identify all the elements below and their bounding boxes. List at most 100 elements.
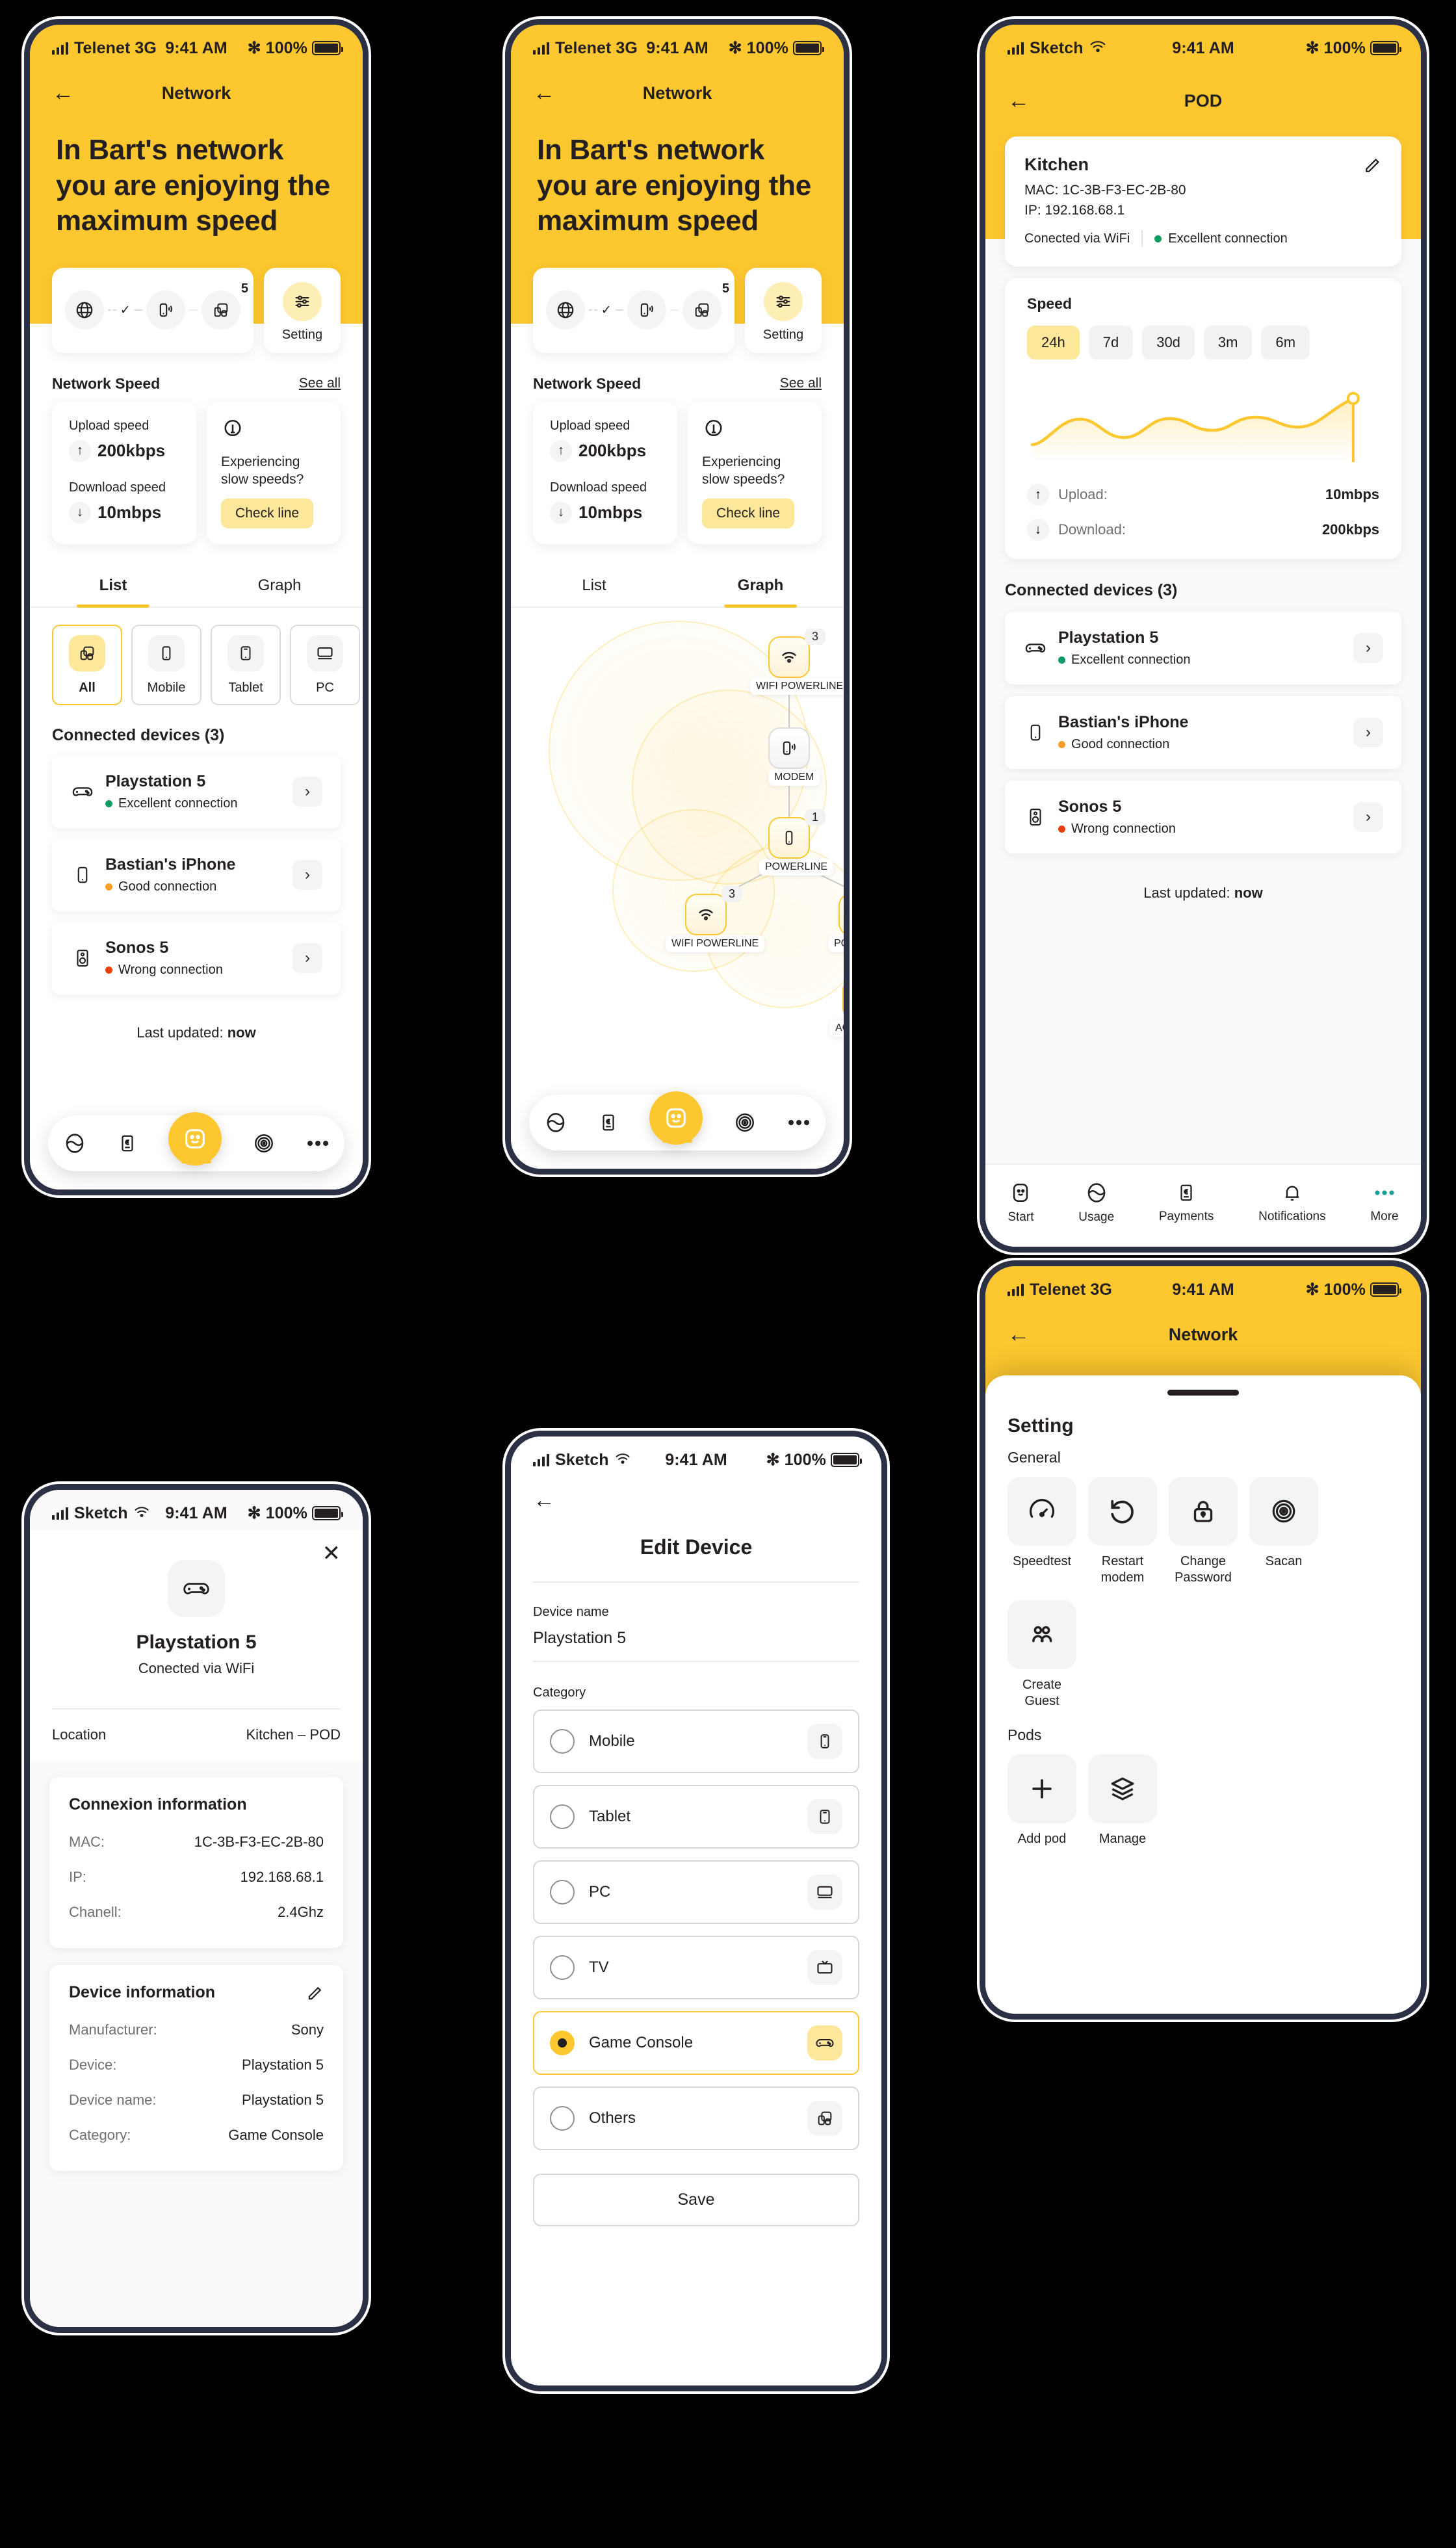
topology-summary-card[interactable]: ✓ 5: [533, 267, 734, 353]
filter-all[interactable]: All: [52, 625, 122, 706]
more-icon[interactable]: [307, 1139, 329, 1148]
tab-usage[interactable]: Usage: [1078, 1182, 1114, 1225]
graph-node-modem[interactable]: [768, 727, 810, 770]
upload-label: Upload speed: [69, 418, 150, 433]
radio-button[interactable]: [550, 1880, 575, 1904]
table-row[interactable]: Bastian's iPhone Good connection ›: [52, 838, 341, 912]
tab-list[interactable]: List: [30, 566, 196, 608]
edit-pencil-icon[interactable]: [1362, 156, 1382, 179]
tab-graph[interactable]: Graph: [196, 566, 363, 606]
range-7d[interactable]: 7d: [1088, 326, 1134, 359]
field-label: MAC:: [69, 1834, 105, 1850]
sheet-grabber[interactable]: [1167, 1390, 1239, 1396]
radio-button[interactable]: [550, 2031, 575, 2055]
filter-pc[interactable]: PC: [290, 625, 360, 706]
radio-button[interactable]: [550, 2106, 575, 2131]
table-row[interactable]: Bastian's iPhone Good connection ›: [1005, 696, 1401, 769]
field-value: Sony: [291, 2022, 324, 2038]
category-option-game-console[interactable]: Game Console: [533, 2011, 859, 2075]
chevron-right-icon[interactable]: ›: [292, 777, 322, 807]
filter-mobile[interactable]: Mobile: [131, 625, 202, 706]
back-button[interactable]: ←: [52, 82, 74, 104]
table-row[interactable]: Playstation 5 Excellent connection ›: [1005, 612, 1401, 684]
category-option-mobile[interactable]: Mobile: [533, 1710, 859, 1773]
category-option-pc[interactable]: PC: [533, 1860, 859, 1924]
see-all-link[interactable]: See all: [780, 376, 822, 391]
pod-mac: MAC: 1C-3B-F3-EC-2B-80: [1024, 183, 1186, 198]
network-topology-graph[interactable]: 3 WIFI POWERLINE MODEM 1 POWERLINE 3 WIF…: [511, 614, 844, 1082]
back-button[interactable]: ←: [1008, 90, 1030, 112]
see-all-link[interactable]: See all: [299, 376, 341, 391]
range-24h[interactable]: 24h: [1027, 326, 1080, 359]
category-option-tablet[interactable]: Tablet: [533, 1785, 859, 1849]
graph-node-wifi-powerline-left[interactable]: [685, 894, 727, 936]
table-row[interactable]: Sonos 5 Wrong connection ›: [1005, 781, 1401, 853]
nav-bar: ← Network: [30, 65, 363, 121]
chevron-right-icon[interactable]: ›: [1353, 802, 1383, 832]
action-create-guest[interactable]: Create Guest: [1008, 1600, 1076, 1710]
payments-icon[interactable]: [118, 1134, 137, 1153]
scan-icon[interactable]: [734, 1112, 756, 1134]
more-icon[interactable]: [788, 1118, 810, 1127]
action-add-pod[interactable]: Add pod: [1008, 1754, 1076, 1847]
tab-start[interactable]: Start: [1008, 1182, 1034, 1225]
tab-payments[interactable]: Payments: [1159, 1182, 1214, 1224]
usage-icon[interactable]: [545, 1112, 567, 1134]
check-line-button[interactable]: Check line: [702, 499, 795, 529]
speedometer-icon: [1008, 1477, 1076, 1546]
device-name: Playstation 5: [105, 772, 206, 791]
range-3m[interactable]: 3m: [1203, 326, 1253, 359]
back-button[interactable]: ←: [1008, 1323, 1030, 1346]
radio-button[interactable]: [550, 1729, 575, 1754]
range-30d[interactable]: 30d: [1142, 326, 1195, 359]
topology-summary-card[interactable]: ✓ 5: [52, 267, 254, 353]
tab-notifications[interactable]: Notifications: [1258, 1182, 1326, 1224]
table-row[interactable]: Playstation 5 Excellent connection ›: [52, 755, 341, 829]
action-restart-modem[interactable]: Restart modem: [1088, 1477, 1157, 1586]
devices-icon: 5: [682, 281, 729, 330]
graph-node-wifi-powerline-top[interactable]: [768, 636, 810, 679]
action-manage[interactable]: Manage: [1088, 1754, 1157, 1847]
phone-network-list: Telenet 3G 9:41 AM ✻ 100% ← Network In B…: [30, 25, 363, 1190]
setting-button[interactable]: Setting: [745, 267, 822, 353]
tab-graph[interactable]: Graph: [677, 566, 844, 608]
table-row[interactable]: Sonos 5 Wrong connection ›: [52, 922, 341, 995]
radio-button[interactable]: [550, 1804, 575, 1829]
action-change-password[interactable]: Change Password: [1169, 1477, 1238, 1586]
graph-node-powerline-mid[interactable]: [768, 817, 810, 859]
back-button[interactable]: ←: [533, 1489, 555, 1511]
tab-more[interactable]: More: [1370, 1182, 1399, 1224]
chevron-right-icon[interactable]: ›: [292, 943, 322, 974]
view-tabs: List Graph: [511, 566, 844, 608]
close-icon[interactable]: ✕: [322, 1540, 341, 1566]
usage-icon[interactable]: [64, 1132, 86, 1154]
modem-icon: [627, 291, 667, 330]
setting-button[interactable]: Setting: [264, 267, 341, 353]
device-name-input[interactable]: Playstation 5: [511, 1629, 881, 1661]
payments-icon[interactable]: [599, 1113, 618, 1132]
category-option-others[interactable]: Others: [533, 2086, 859, 2150]
start-icon[interactable]: [168, 1112, 222, 1165]
action-label: Manage: [1098, 1832, 1147, 1846]
category-option-tv[interactable]: TV: [533, 1936, 859, 1999]
back-button[interactable]: ←: [533, 82, 555, 104]
battery-icon: [312, 41, 344, 55]
filter-tablet[interactable]: Tablet: [211, 625, 281, 706]
action-scan[interactable]: Sacan: [1249, 1477, 1318, 1586]
start-icon[interactable]: [649, 1091, 703, 1145]
save-button[interactable]: Save: [533, 2174, 859, 2226]
radio-button[interactable]: [550, 1955, 575, 1980]
phone-network-graph: Telenet 3G 9:41 AM ✻ 100% ← Network In B…: [511, 25, 844, 1169]
scan-icon[interactable]: [253, 1132, 275, 1154]
action-speedtest[interactable]: Speedtest: [1008, 1477, 1076, 1586]
wifi-icon: [615, 1451, 630, 1470]
edit-pencil-icon[interactable]: [306, 1984, 324, 2006]
chevron-right-icon[interactable]: ›: [292, 860, 322, 890]
check-line-button[interactable]: Check line: [221, 499, 314, 529]
range-6m[interactable]: 6m: [1261, 326, 1310, 359]
chevron-right-icon[interactable]: ›: [1353, 718, 1383, 748]
bottom-tab-bar: [529, 1091, 826, 1150]
battery-label: 100%: [265, 38, 308, 57]
tab-list[interactable]: List: [511, 566, 677, 606]
chevron-right-icon[interactable]: ›: [1353, 633, 1383, 663]
